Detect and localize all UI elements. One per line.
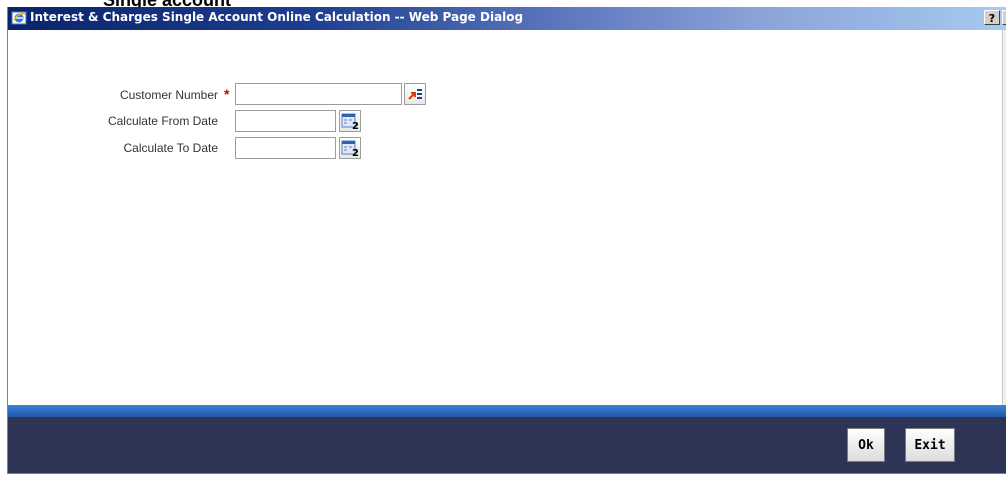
- vertical-scrollbar[interactable]: [1002, 30, 1006, 405]
- customer-number-input[interactable]: [235, 83, 402, 105]
- svg-text:2: 2: [352, 121, 359, 131]
- mandatory-indicator: *: [224, 86, 230, 102]
- web-page-dialog: Interest & Charges Single Account Online…: [7, 7, 1006, 474]
- help-button[interactable]: ?: [984, 10, 1000, 25]
- dialog-titlebar[interactable]: Interest & Charges Single Account Online…: [8, 7, 1006, 30]
- customer-number-label: Customer Number: [119, 88, 218, 102]
- footer-accent-strip: [8, 405, 1006, 417]
- ie-browser-icon: [11, 10, 27, 26]
- from-date-picker-button[interactable]: 2: [339, 110, 361, 132]
- list-of-values-button[interactable]: [404, 83, 426, 105]
- calendar-icon: 2: [340, 138, 360, 158]
- from-date-label: Calculate From Date: [107, 114, 218, 128]
- exit-button[interactable]: Exit: [905, 428, 955, 462]
- dialog-title: Interest & Charges Single Account Online…: [30, 10, 524, 24]
- to-date-input[interactable]: [235, 137, 336, 159]
- ok-button[interactable]: Ok: [847, 428, 885, 462]
- dialog-footer: Ok Exit: [8, 417, 1006, 473]
- list-of-values-icon: [405, 84, 425, 104]
- calendar-icon: 2: [340, 111, 360, 131]
- svg-text:2: 2: [352, 148, 359, 158]
- to-date-label: Calculate To Date: [123, 141, 219, 155]
- to-date-picker-button[interactable]: 2: [339, 137, 361, 159]
- close-button[interactable]: x: [1002, 10, 1006, 25]
- from-date-input[interactable]: [235, 110, 336, 132]
- form-area: Customer Number * Calculate From Date 2 …: [8, 30, 1006, 405]
